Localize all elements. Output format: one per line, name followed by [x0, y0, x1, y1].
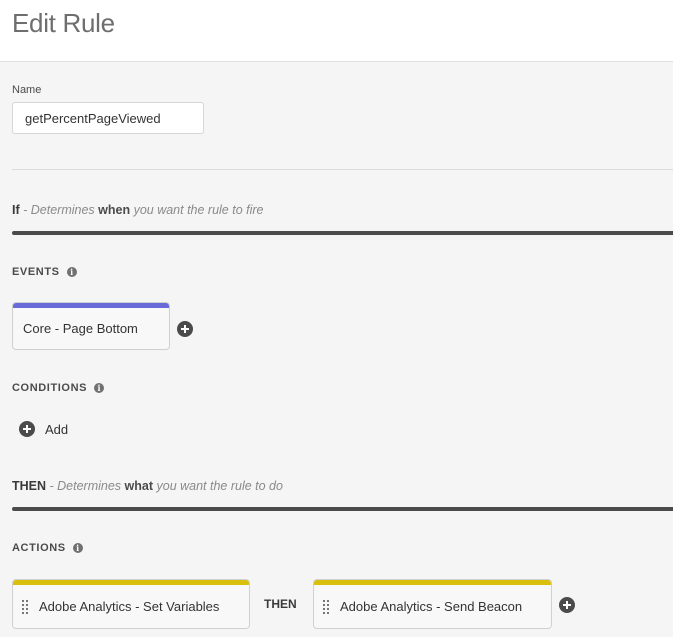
- actions-then-connector: THEN: [264, 597, 297, 611]
- then-prefix: - Determines: [46, 479, 125, 493]
- action-card-label: Adobe Analytics - Send Beacon: [340, 599, 523, 614]
- if-section-rule: [12, 231, 673, 235]
- if-section-heading: If - Determines when you want the rule t…: [12, 203, 264, 217]
- events-label: EVENTS: [12, 266, 60, 278]
- event-card-core-page-bottom[interactable]: Core - Page Bottom: [12, 302, 170, 350]
- conditions-label: CONDITIONS: [12, 382, 88, 394]
- page-title: Edit Rule: [12, 8, 115, 38]
- then-suffix: you want the rule to do: [153, 479, 283, 493]
- info-icon[interactable]: i: [94, 383, 105, 393]
- drag-handle-icon[interactable]: [322, 598, 330, 615]
- drag-handle-icon[interactable]: [21, 598, 29, 615]
- then-section-rule: [12, 507, 673, 511]
- then-emphasis: what: [124, 479, 154, 493]
- divider: [12, 169, 673, 170]
- then-keyword: THEN: [12, 479, 47, 493]
- if-prefix: - Determines: [19, 203, 99, 217]
- action-card-send-beacon[interactable]: Adobe Analytics - Send Beacon: [313, 579, 552, 629]
- action-card-label: Adobe Analytics - Set Variables: [39, 599, 220, 614]
- name-label: Name: [12, 84, 42, 96]
- add-action-plus-icon[interactable]: [559, 597, 575, 613]
- name-input[interactable]: [12, 102, 204, 134]
- event-card-label: Core - Page Bottom: [23, 320, 138, 336]
- add-condition-button[interactable]: Add: [19, 421, 68, 437]
- then-section-heading: THEN - Determines what you want the rule…: [12, 479, 283, 493]
- if-suffix: you want the rule to fire: [130, 203, 264, 217]
- add-event-plus-icon[interactable]: [177, 321, 193, 337]
- if-emphasis: when: [98, 203, 131, 217]
- action-card-set-variables[interactable]: Adobe Analytics - Set Variables: [12, 579, 250, 629]
- if-keyword: If: [12, 203, 20, 217]
- events-heading: EVENTS i: [12, 266, 77, 278]
- header: Edit Rule: [0, 0, 673, 62]
- info-icon[interactable]: i: [66, 267, 77, 277]
- actions-heading: ACTIONS i: [12, 542, 83, 554]
- plus-circle-icon: [19, 421, 35, 437]
- info-icon[interactable]: i: [72, 543, 83, 553]
- actions-label: ACTIONS: [12, 542, 66, 554]
- add-condition-label: Add: [45, 421, 69, 437]
- action-card-accent: [314, 580, 551, 585]
- event-card-accent: [13, 303, 169, 308]
- action-card-accent: [13, 580, 249, 585]
- conditions-heading: CONDITIONS i: [12, 382, 105, 394]
